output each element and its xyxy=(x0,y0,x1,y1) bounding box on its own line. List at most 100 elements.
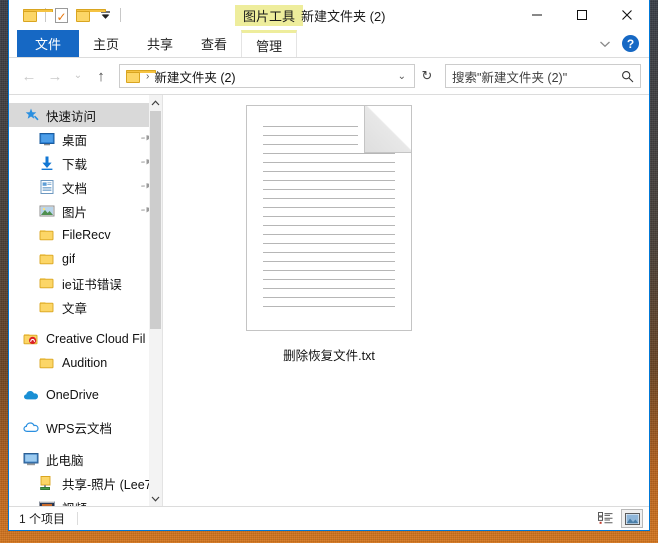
sidebar-item-12[interactable]: WPS云文档 xyxy=(9,415,149,439)
sidebar-item-4[interactable]: 图片 xyxy=(9,199,149,223)
sidebar-item-7[interactable]: ie证书错误 xyxy=(9,271,149,295)
forward-button[interactable]: → xyxy=(43,64,67,88)
sidebar-item-14[interactable]: 共享-照片 (Lee77 xyxy=(9,471,149,495)
preview-line xyxy=(263,297,395,298)
sidebar-group-gap xyxy=(9,407,149,415)
sidebar-item-13[interactable]: 此电脑 xyxy=(9,447,149,471)
main-area: 快速访问桌面下载文档图片 FileRecv gif ie证书错误文章 Creative … xyxy=(9,94,649,506)
sidebar-item-3[interactable]: 文档 xyxy=(9,175,149,199)
sidebar-item-1[interactable]: 桌面 xyxy=(9,127,149,151)
sidebar-item-label: 桌面 xyxy=(62,130,87,149)
new-folder-icon[interactable] xyxy=(72,4,94,26)
sidebar-item-15[interactable]: 视频 xyxy=(9,495,149,506)
tab-share[interactable]: 共享 xyxy=(133,30,187,57)
tab-view[interactable]: 查看 xyxy=(187,30,241,57)
close-button[interactable] xyxy=(604,0,649,30)
sidebar-item-10[interactable]: Audition xyxy=(9,351,149,375)
chevron-down-icon[interactable] xyxy=(94,4,116,26)
preview-line xyxy=(263,279,395,280)
document-check-icon[interactable]: ✓ xyxy=(50,4,72,26)
sidebar-item-label: FileRecv xyxy=(62,228,111,242)
sidebar-group-gap xyxy=(9,319,149,327)
sidebar-item-label: 下载 xyxy=(62,154,87,173)
file-explorer-window: ✓ 图片工具 新建文件夹 (2) 文件 主页 xyxy=(8,0,650,531)
search-input[interactable]: 搜索"新建文件夹 (2)" xyxy=(452,67,621,86)
large-icons-view-button[interactable] xyxy=(621,509,643,528)
sidebar-item-label: Creative Cloud Fil xyxy=(46,332,145,346)
search-icon xyxy=(621,70,634,83)
chevron-down-icon[interactable] xyxy=(594,33,616,55)
preview-line xyxy=(263,162,395,163)
sidebar-item-6[interactable]: gif xyxy=(9,247,149,271)
sidebar-item-8[interactable]: 文章 xyxy=(9,295,149,319)
sidebar-item-label: 图片 xyxy=(62,202,87,221)
preview-line xyxy=(263,144,358,145)
preview-line xyxy=(263,288,395,289)
sidebar-group-gap xyxy=(9,439,149,447)
sidebar-scrollbar[interactable] xyxy=(149,95,162,506)
recent-locations-button[interactable]: ⌄ xyxy=(69,64,87,88)
refresh-button[interactable]: ↻ xyxy=(417,64,437,88)
scrollbar-thumb[interactable] xyxy=(150,111,161,329)
ribbon-tab-strip: 文件 主页 共享 查看 管理 ? xyxy=(9,30,649,58)
preview-line xyxy=(263,270,395,271)
up-button[interactable]: ↑ xyxy=(89,64,113,88)
search-box[interactable]: 搜索"新建文件夹 (2)" xyxy=(445,64,641,88)
sidebar-item-11[interactable]: OneDrive xyxy=(9,383,149,407)
preview-line xyxy=(263,180,395,181)
network-drive-icon xyxy=(39,475,55,491)
folder-icon xyxy=(39,251,55,267)
folder-icon[interactable] xyxy=(19,4,41,26)
back-button[interactable]: ← xyxy=(17,64,41,88)
chevron-down-icon[interactable]: ⌄ xyxy=(394,71,410,82)
contextual-tool-label: 图片工具 xyxy=(235,5,303,26)
ribbon-right-controls: ? xyxy=(594,30,645,57)
file-item[interactable]: 删除恢复文件.txt xyxy=(241,105,417,364)
desktop-icon xyxy=(39,131,55,147)
preview-line xyxy=(263,243,395,244)
sidebar-group-gap xyxy=(9,375,149,383)
preview-line xyxy=(263,153,395,154)
view-mode-buttons xyxy=(594,509,643,528)
sidebar-item-2[interactable]: 下载 xyxy=(9,151,149,175)
navigation-bar: ← → ⌄ ↑ › 新建文件夹 (2) ⌄ ↻ 搜索"新建文件夹 (2)" xyxy=(9,58,649,94)
address-bar[interactable]: › 新建文件夹 (2) ⌄ xyxy=(119,64,415,88)
text-document-thumbnail xyxy=(246,105,412,331)
file-list-pane[interactable]: 删除恢复文件.txt xyxy=(163,95,649,506)
tab-home[interactable]: 主页 xyxy=(79,30,133,57)
sidebar-item-label: gif xyxy=(62,252,75,266)
sidebar-item-label: 此电脑 xyxy=(46,450,84,469)
help-button[interactable]: ? xyxy=(622,35,639,52)
details-view-button[interactable] xyxy=(594,509,616,528)
item-count-label: 1 个项目 xyxy=(19,510,65,527)
preview-line xyxy=(263,252,395,253)
sidebar-item-label: 文章 xyxy=(62,298,87,317)
maximize-button[interactable] xyxy=(559,0,604,30)
breadcrumb[interactable]: › 新建文件夹 (2) xyxy=(126,67,236,86)
sidebar-item-9[interactable]: Creative Cloud Fil xyxy=(9,327,149,351)
window-title: 新建文件夹 (2) xyxy=(301,0,386,30)
preview-line xyxy=(263,261,395,262)
preview-line xyxy=(263,225,395,226)
creative-cloud-folder-icon xyxy=(23,331,39,347)
tab-file[interactable]: 文件 xyxy=(17,30,79,57)
quick-access-toolbar: ✓ xyxy=(9,0,125,30)
sidebar-item-label: 文档 xyxy=(62,178,87,197)
sidebar-item-5[interactable]: FileRecv xyxy=(9,223,149,247)
file-name-label: 删除恢复文件.txt xyxy=(283,345,375,364)
status-bar: 1 个项目 xyxy=(9,506,649,530)
video-icon xyxy=(39,499,55,506)
documents-icon xyxy=(39,179,55,195)
preview-line xyxy=(263,234,395,235)
tab-manage[interactable]: 管理 xyxy=(241,30,297,57)
preview-line xyxy=(263,198,395,199)
sidebar-item-0[interactable]: 快速访问 xyxy=(9,103,149,127)
scroll-up-arrow[interactable] xyxy=(149,95,162,110)
status-divider xyxy=(77,512,78,525)
preview-line xyxy=(263,306,395,307)
scroll-down-arrow[interactable] xyxy=(149,491,162,506)
pictures-icon xyxy=(39,203,55,219)
minimize-button[interactable] xyxy=(514,0,559,30)
sidebar-item-label: 快速访问 xyxy=(46,106,96,125)
wps-cloud-icon xyxy=(23,419,39,435)
